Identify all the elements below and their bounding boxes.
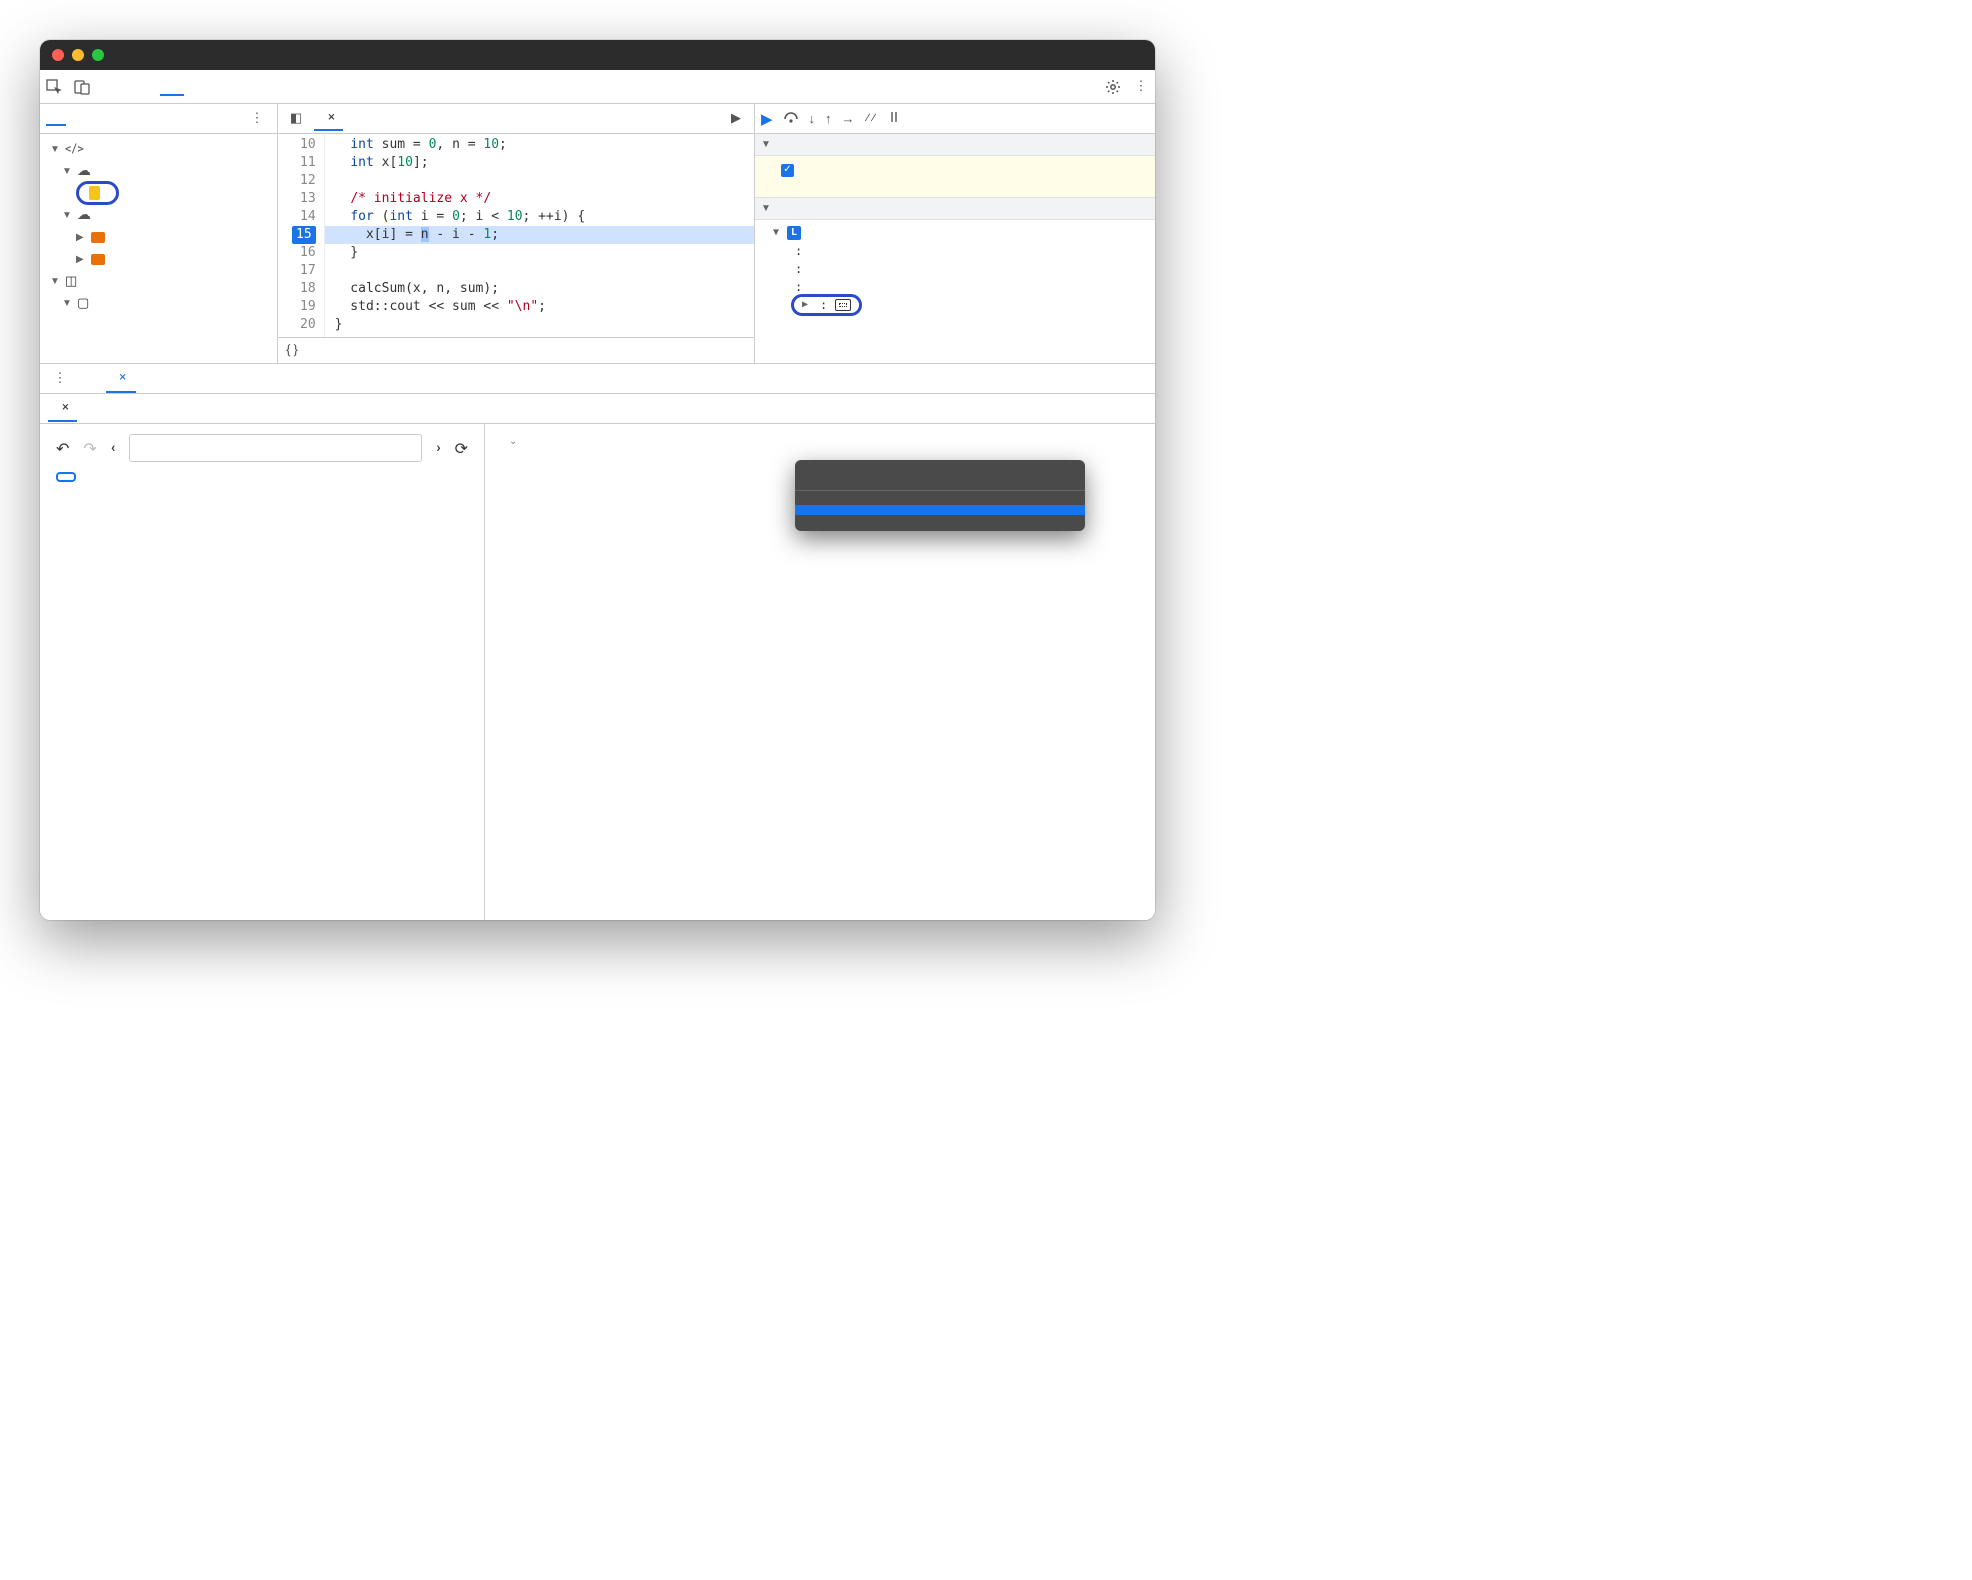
code-editor: ◧ × ▶ 1011121314 15 1617181920 int sum =… — [278, 104, 755, 363]
redo-icon[interactable]: ↷ — [83, 439, 96, 458]
file-tree: ▼</> ▼☁ ▼☁ ▶ ▶ ▼◫ ▼▢ — [40, 134, 277, 318]
drawer-tab-console[interactable] — [80, 373, 100, 385]
drawer: ⋮ × × ↶ ↷ ‹ › ⟳ ⌄ — [40, 364, 1155, 920]
local-badge-icon: L — [787, 226, 801, 240]
sources-panel: ⋮ ▼</> ▼☁ ▼☁ ▶ ▶ ▼◫ ▼▢ ◧ × ▶ — [40, 104, 1155, 364]
tree-deployed[interactable]: ▼◫ — [40, 270, 277, 292]
checkbox-icon[interactable]: ✓ — [781, 164, 794, 177]
resume-icon[interactable]: ▶ — [761, 110, 773, 128]
navigator-header: ⋮ — [40, 104, 277, 134]
memory-tabs: × — [40, 394, 1155, 424]
settings-icon[interactable] — [1099, 73, 1127, 101]
file-icon — [89, 186, 100, 200]
close-dot[interactable] — [52, 49, 64, 61]
tab-elements[interactable] — [108, 78, 132, 96]
tree-file-scheme[interactable]: ▼☁ — [40, 204, 277, 226]
var-i[interactable]: : — [755, 242, 1155, 260]
tree-folder-1[interactable]: ▶ — [40, 248, 277, 270]
hex-nav: ↶ ↷ ‹ › ⟳ — [56, 434, 468, 462]
context-menu — [795, 460, 1085, 531]
chevron-down-icon: ⌄ — [509, 436, 517, 447]
cloud-icon: ☁ — [77, 207, 91, 223]
traffic-lights — [52, 49, 104, 61]
memory-tab[interactable]: × — [48, 395, 77, 422]
prev-page-icon[interactable]: ‹ — [111, 440, 115, 456]
tab-application[interactable] — [264, 78, 288, 96]
step-out-icon[interactable]: ↑ — [825, 111, 832, 127]
next-page-icon[interactable]: › — [436, 440, 440, 456]
tab-memory[interactable] — [238, 78, 262, 96]
frame-icon: ▢ — [77, 296, 89, 311]
address-input[interactable] — [129, 434, 422, 462]
code-lines: int sum = 0, n = 10; int x[10]; /* initi… — [325, 134, 754, 337]
tree-folder-0[interactable]: ▶ — [40, 226, 277, 248]
tab-network[interactable] — [186, 78, 210, 96]
editor-tab-demo-cpp[interactable]: × — [314, 106, 343, 131]
menu-copy-object[interactable] — [795, 476, 1085, 486]
debugger-toolbar: ▶ ↓ ↑ → ⁄⁄ — [755, 104, 1155, 134]
tab-performance[interactable] — [212, 78, 236, 96]
device-toggle-icon[interactable] — [68, 73, 96, 101]
breakpoint-row[interactable]: ✓ — [755, 156, 1155, 198]
breakpoints-header[interactable]: ▼ — [755, 134, 1155, 156]
tree-top[interactable]: ▼▢ — [40, 292, 277, 314]
scope-local[interactable]: ▼L — [755, 224, 1155, 242]
pretty-print-icon[interactable]: { } — [286, 343, 298, 358]
folder-icon — [91, 254, 105, 265]
navigator-pane: ⋮ ▼</> ▼☁ ▼☁ ▶ ▶ ▼◫ ▼▢ — [40, 104, 278, 363]
menu-reveal-memory[interactable] — [795, 505, 1085, 515]
tab-sources[interactable] — [160, 78, 184, 96]
tab-more[interactable] — [290, 78, 314, 96]
code-body[interactable]: 1011121314 15 1617181920 int sum = 0, n … — [278, 134, 754, 337]
var-x[interactable]: ▶ : — [755, 296, 1155, 314]
variable-chip[interactable] — [56, 472, 76, 482]
line-gutter: 1011121314 15 1617181920 — [278, 134, 325, 337]
close-icon[interactable]: × — [62, 400, 69, 415]
page-tab[interactable] — [46, 112, 66, 126]
nav-kebab-icon[interactable]: ⋮ — [243, 105, 271, 133]
inspect-icon[interactable] — [40, 73, 68, 101]
scope-header[interactable]: ▼ — [755, 198, 1155, 220]
kebab-icon[interactable]: ⋮ — [1127, 73, 1155, 101]
run-snippet-icon[interactable]: ▶ — [722, 105, 750, 133]
box-icon: ◫ — [65, 274, 77, 289]
drawer-tab-memory-inspector[interactable]: × — [106, 364, 136, 393]
tab-console[interactable] — [134, 78, 158, 96]
pause-exceptions-icon[interactable] — [886, 109, 902, 129]
memory-chip-icon[interactable] — [835, 299, 851, 311]
tree-file-demo-cpp[interactable] — [40, 182, 277, 204]
endianness-select[interactable]: ⌄ — [503, 436, 1137, 447]
refresh-icon[interactable]: ⟳ — [455, 439, 468, 458]
tree-origin[interactable]: ▼☁ — [40, 160, 277, 182]
step-into-icon[interactable]: ↓ — [809, 111, 816, 127]
editor-footer: { } — [278, 337, 754, 363]
drawer-tabs: ⋮ × — [40, 364, 1155, 394]
close-tab-icon[interactable]: × — [328, 110, 335, 125]
folder-icon — [91, 232, 105, 243]
close-icon[interactable]: × — [119, 370, 126, 385]
main-toolbar: ⋮ — [40, 70, 1155, 104]
zoom-dot[interactable] — [92, 49, 104, 61]
scope-body: ▼L : : : ▶ : — [755, 220, 1155, 318]
menu-add-watch[interactable] — [795, 495, 1085, 505]
toggle-nav-icon[interactable]: ◧ — [282, 105, 310, 133]
tree-authored[interactable]: ▼</> — [40, 138, 277, 160]
menu-copy-path[interactable] — [795, 466, 1085, 476]
editor-tabs: ◧ × ▶ — [278, 104, 754, 134]
deactivate-bp-icon[interactable]: ⁄⁄ — [865, 111, 877, 126]
drawer-kebab-icon[interactable]: ⋮ — [46, 365, 74, 393]
minimize-dot[interactable] — [72, 49, 84, 61]
step-icon[interactable]: → — [842, 111, 855, 127]
titlebar — [40, 40, 1155, 70]
var-n[interactable]: : — [755, 260, 1155, 278]
debugger-pane: ▶ ↓ ↑ → ⁄⁄ ▼ ✓ ▼ ▼L : : : — [755, 104, 1155, 363]
menu-store-global[interactable] — [795, 515, 1085, 525]
panel-tabs — [108, 78, 314, 96]
step-over-icon[interactable] — [783, 109, 799, 129]
undo-icon[interactable]: ↶ — [56, 439, 69, 458]
var-sum[interactable]: : — [755, 278, 1155, 296]
cloud-icon: ☁ — [77, 163, 91, 179]
hex-viewer: ↶ ↷ ‹ › ⟳ — [40, 424, 485, 920]
